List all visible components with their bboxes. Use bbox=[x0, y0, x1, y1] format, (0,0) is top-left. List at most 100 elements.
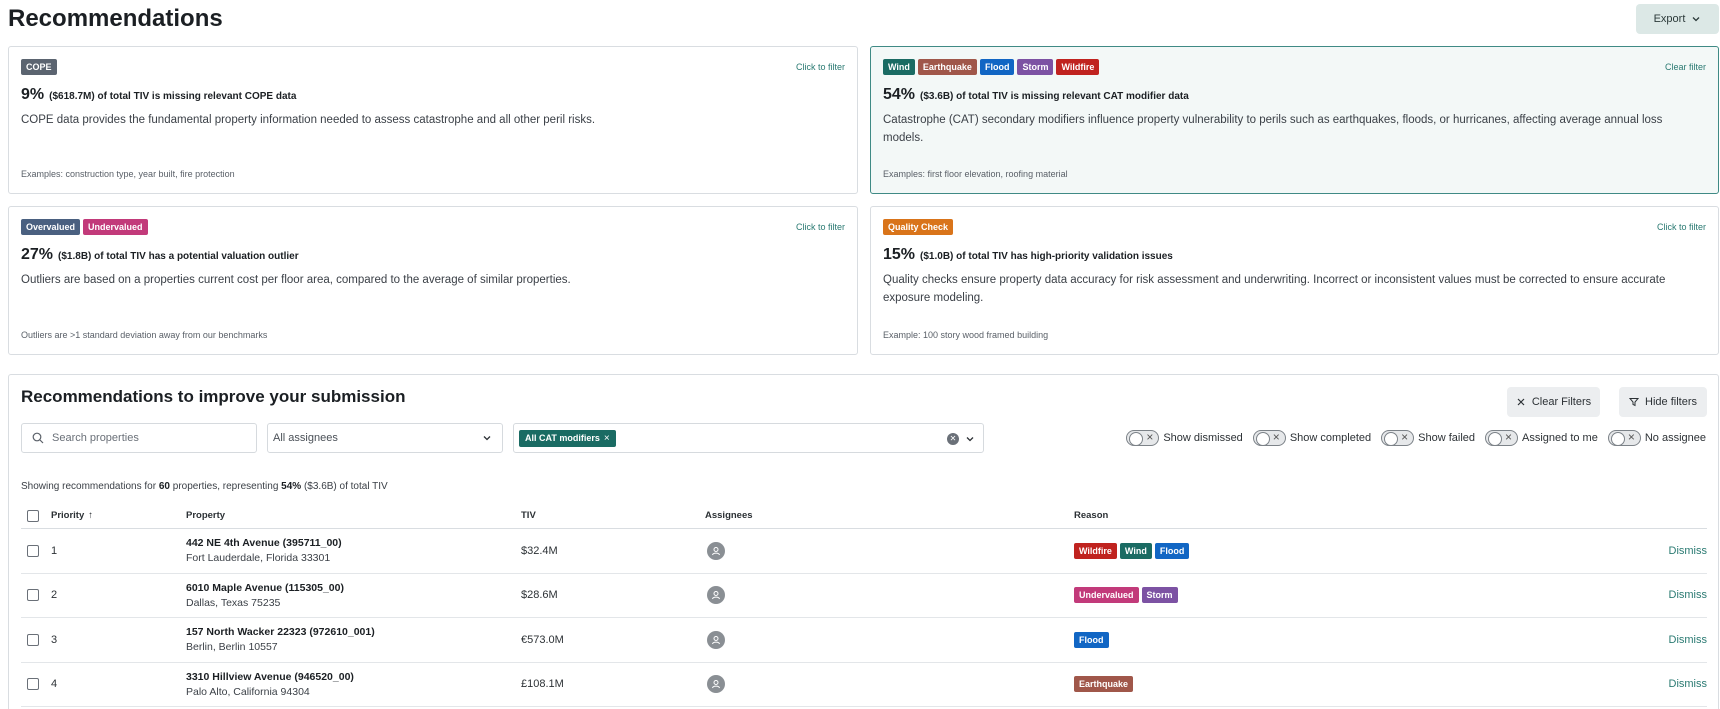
summary-prefix: Showing recommendations for bbox=[21, 481, 157, 492]
assignee-select[interactable]: All assignees bbox=[267, 423, 503, 453]
active-filter-chip[interactable]: All CAT modifiers × bbox=[519, 429, 616, 447]
clear-filters-button[interactable]: Clear Filters bbox=[1507, 387, 1600, 417]
tag-earthquake: Earthquake bbox=[917, 59, 977, 75]
assignee-select-value: All assignees bbox=[273, 432, 338, 444]
table-row[interactable]: 2 6010 Maple Avenue (115305_00) Dallas, T… bbox=[21, 574, 1708, 618]
property-address: Berlin, Berlin 10557 bbox=[186, 641, 278, 654]
priority-cell: 3 bbox=[51, 633, 58, 646]
property-address: Palo Alto, California 94304 bbox=[186, 685, 310, 698]
toggle-label: Assigned to me bbox=[1522, 432, 1598, 444]
dismiss-button[interactable]: Dismiss bbox=[1669, 589, 1708, 601]
property-name: 3310 Hillview Avenue (946520_00) bbox=[186, 670, 354, 683]
assignees-header: Assignees bbox=[705, 510, 753, 521]
section-title: Recommendations to improve your submissi… bbox=[21, 387, 406, 406]
tag-flood: Flood bbox=[1154, 542, 1190, 559]
card-percentage: 54% bbox=[883, 86, 916, 103]
card-percentage: 9% bbox=[21, 86, 45, 103]
clear-filter-link[interactable]: Clear filter bbox=[1665, 62, 1706, 72]
priority-cell: 1 bbox=[51, 544, 58, 557]
property-name: 442 NE 4th Avenue (395711_00) bbox=[186, 537, 342, 550]
tiv-header: TIV bbox=[521, 510, 536, 521]
priority-cell: 2 bbox=[51, 589, 58, 602]
tag-wind: Wind bbox=[1119, 542, 1152, 559]
export-button[interactable]: Export bbox=[1636, 4, 1719, 34]
chevron-down-icon[interactable] bbox=[965, 434, 975, 444]
tag-flood: Flood bbox=[1074, 631, 1109, 648]
filter-icon bbox=[1629, 398, 1640, 407]
export-label: Export bbox=[1653, 13, 1686, 25]
card-headline: ($618.7M) of total TIV is missing releva… bbox=[49, 91, 297, 102]
assignee-avatar-icon[interactable] bbox=[707, 586, 725, 605]
card-headline: ($1.8B) of total TIV has a potential val… bbox=[58, 251, 299, 262]
property-name: 157 North Wacker 22323 (972610_001) bbox=[186, 626, 375, 639]
dismiss-button[interactable]: Dismiss bbox=[1669, 634, 1708, 646]
tiv-cell: $28.6M bbox=[521, 589, 558, 602]
hide-filters-button[interactable]: Hide filters bbox=[1619, 387, 1707, 417]
toggle-label: No assignee bbox=[1644, 432, 1706, 444]
row-checkbox[interactable] bbox=[27, 589, 39, 602]
tag-cope: COPE bbox=[21, 59, 57, 75]
search-input[interactable] bbox=[52, 432, 232, 444]
reason-header: Reason bbox=[1074, 510, 1109, 521]
reason-tags: Wildfire Wind Flood bbox=[1074, 542, 1634, 559]
show-dismissed-toggle[interactable] bbox=[1126, 430, 1160, 446]
table-header: Priority ↑ Property TIV Assignees Reason bbox=[21, 503, 1707, 529]
toggle-label: Show dismissed bbox=[1163, 432, 1243, 444]
valuation-card[interactable]: Overvalued Undervalued Click to filter 2… bbox=[8, 206, 858, 355]
tag-quality-check: Quality Check bbox=[883, 219, 954, 235]
chevron-down-icon bbox=[483, 436, 491, 441]
click-to-filter-link[interactable]: Click to filter bbox=[796, 222, 845, 232]
summary-count: 60 bbox=[158, 481, 170, 492]
chip-remove-icon[interactable]: × bbox=[604, 433, 610, 444]
search-properties-field[interactable] bbox=[21, 423, 257, 453]
clear-selection-icon[interactable]: ✕ bbox=[947, 433, 959, 445]
search-icon bbox=[32, 432, 44, 444]
sort-arrow-up-icon: ↑ bbox=[88, 510, 94, 521]
recommendations-section: Recommendations to improve your submissi… bbox=[8, 374, 1719, 709]
row-checkbox[interactable] bbox=[27, 544, 39, 557]
tag-wildfire: Wildfire bbox=[1056, 59, 1100, 75]
tag-undervalued: Undervalued bbox=[83, 219, 148, 235]
card-example: Outliers are >1 standard deviation away … bbox=[21, 330, 268, 340]
show-failed-toggle[interactable] bbox=[1381, 430, 1415, 446]
dismiss-button[interactable]: Dismiss bbox=[1669, 678, 1708, 690]
card-description: COPE data provides the fundamental prope… bbox=[21, 114, 596, 126]
tag-flood: Flood bbox=[979, 59, 1015, 75]
tag-undervalued: Undervalued bbox=[1074, 587, 1139, 604]
priority-header[interactable]: Priority ↑ bbox=[51, 510, 186, 521]
row-checkbox[interactable] bbox=[27, 633, 39, 646]
tag-earthquake: Earthquake bbox=[1074, 676, 1134, 693]
assignee-avatar-icon[interactable] bbox=[707, 675, 725, 694]
click-to-filter-link[interactable]: Click to filter bbox=[1657, 222, 1706, 232]
assigned-to-me-toggle[interactable] bbox=[1485, 430, 1519, 446]
show-completed-toggle[interactable] bbox=[1252, 430, 1286, 446]
assignee-avatar-icon[interactable] bbox=[707, 630, 725, 649]
quality-check-card[interactable]: Quality Check Click to filter 15% ($1.0B)… bbox=[870, 206, 1719, 355]
toggle-label: Show failed bbox=[1418, 432, 1476, 444]
no-assignee-toggle[interactable] bbox=[1607, 430, 1641, 446]
results-summary: Showing recommendations for 60 propertie… bbox=[21, 481, 388, 492]
page-title: Recommendations bbox=[8, 5, 223, 32]
dismiss-button[interactable]: Dismiss bbox=[1669, 545, 1708, 557]
priority-header-label: Priority bbox=[51, 510, 85, 521]
chevron-down-icon bbox=[1692, 17, 1700, 22]
tiv-cell: £108.1M bbox=[521, 678, 564, 691]
summary-middle: properties, representing bbox=[172, 481, 279, 492]
click-to-filter-link[interactable]: Click to filter bbox=[796, 62, 845, 72]
table-row[interactable]: 1 442 NE 4th Avenue (395711_00) Fort Laud… bbox=[21, 529, 1707, 574]
clear-filters-label: Clear Filters bbox=[1531, 396, 1592, 408]
summary-pct: 54% bbox=[281, 481, 302, 492]
reason-multi-select[interactable]: All CAT modifiers × ✕ bbox=[513, 423, 984, 453]
assignee-avatar-icon[interactable] bbox=[707, 541, 725, 560]
table-row[interactable]: 3 157 North Wacker 22323 (972610_001) Ber… bbox=[21, 618, 1707, 663]
card-headline: ($3.6B) of total TIV is missing relevant… bbox=[920, 91, 1189, 102]
row-checkbox[interactable] bbox=[27, 678, 39, 691]
card-tags: Wind Earthquake Flood Storm Wildfire bbox=[883, 59, 1100, 75]
tag-storm: Storm bbox=[1017, 59, 1054, 75]
cat-modifier-card[interactable]: Wind Earthquake Flood Storm Wildfire Cle… bbox=[870, 46, 1719, 194]
select-all-checkbox[interactable] bbox=[27, 509, 39, 522]
card-percentage: 15% bbox=[883, 246, 916, 263]
table-row[interactable]: 4 3310 Hillview Avenue (946520_00) Palo A… bbox=[21, 663, 1708, 707]
recommendations-table: Priority ↑ Property TIV Assignees Reason … bbox=[21, 503, 1707, 707]
cope-card[interactable]: COPE Click to filter 9% ($618.7M) of tota… bbox=[8, 46, 858, 194]
